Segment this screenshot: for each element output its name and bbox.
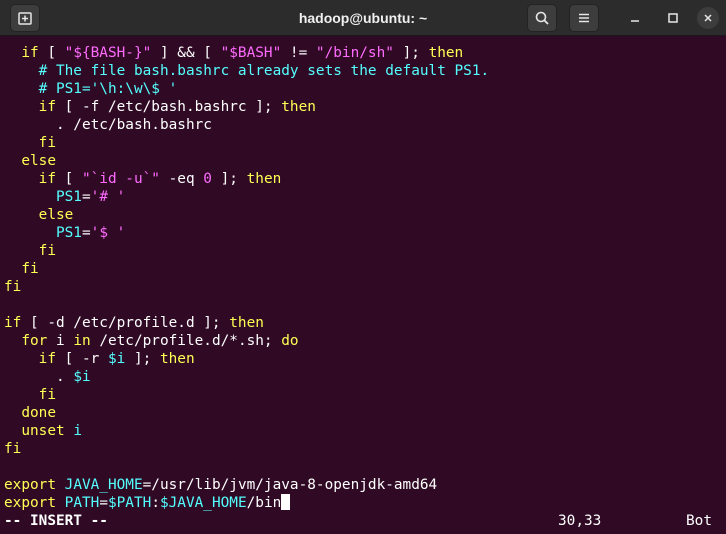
maximize-button[interactable] [662, 7, 684, 29]
cursor-position: 30,33 [558, 513, 602, 529]
editor-line: else [38, 207, 74, 223]
editor-line: # PS1='\h:\w\$ ' [38, 81, 178, 97]
editor-line: . $i [4, 369, 91, 385]
editor-line: export JAVA_HOME=/usr/lib/jvm/java-8-ope… [4, 477, 438, 493]
close-button[interactable] [697, 7, 719, 29]
terminal-text-area[interactable]: if [ "${BASH-}" ] && [ "$BASH" != "/bin/… [4, 44, 722, 512]
editor-line: else [21, 153, 56, 169]
editor-line: for i in /etc/profile.d/*.sh; do [21, 333, 299, 349]
editor-line: . /etc/bash.bashrc [4, 117, 212, 133]
editor-line: fi [38, 387, 56, 403]
editor-line: fi [38, 243, 56, 259]
close-icon [704, 14, 712, 22]
menu-button[interactable] [569, 4, 599, 32]
vim-mode-indicator: -- INSERT -- [4, 513, 108, 529]
editor-line: unset i [21, 423, 82, 439]
search-icon [535, 11, 549, 25]
editor-line: done [21, 405, 56, 421]
editor-line: fi [4, 279, 22, 295]
scroll-position: Bot [686, 513, 712, 529]
editor-line: PS1='$ ' [55, 225, 126, 241]
minimize-button[interactable] [624, 7, 646, 29]
editor-line: fi [38, 135, 56, 151]
editor-line: fi [4, 441, 22, 457]
terminal-window: hadoop@ubuntu: ~ if ["${BASH-}"] && [… [0, 0, 726, 534]
title-bar: hadoop@ubuntu: ~ [0, 0, 726, 36]
search-button[interactable] [527, 4, 557, 32]
editor-line: if [ "`id -u`" -eq 0 ]; then [38, 171, 282, 187]
maximize-icon [668, 13, 678, 23]
window-title: hadoop@ubuntu: ~ [298, 10, 428, 26]
editor-line: if [ "${BASH-}" ] && [ "$BASH" != "/bin/… [21, 45, 464, 61]
editor-line: if [ -f /etc/bash.bashrc ]; then [38, 99, 316, 115]
text-cursor [281, 494, 291, 510]
editor-line: if [ -r $i ]; then [38, 351, 195, 367]
editor-line: fi [21, 261, 39, 277]
editor-line: if [ -d /etc/profile.d ]; then [4, 315, 264, 331]
minimize-icon [631, 20, 639, 22]
editor-line: PS1='# ' [55, 189, 126, 205]
editor-line: # The file bash.bashrc already sets the … [38, 63, 490, 79]
hamburger-menu-icon [579, 13, 589, 23]
editor-line: export PATH=$PATH:$JAVA_HOME/bin [4, 494, 722, 512]
